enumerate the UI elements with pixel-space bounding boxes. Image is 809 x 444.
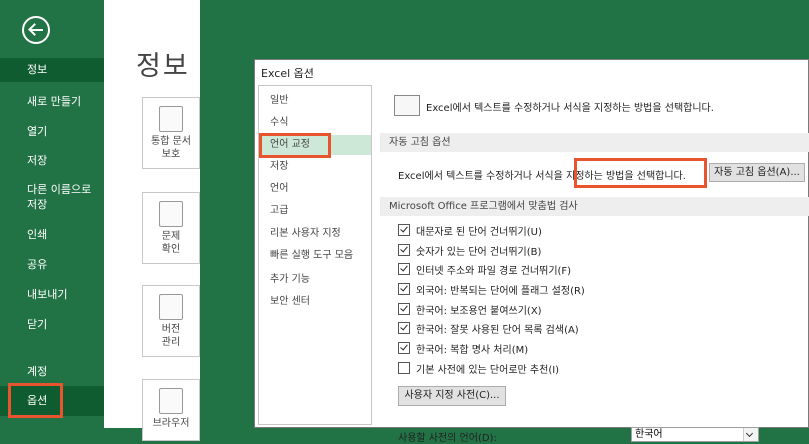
option-label: 한국어: 잘못 사용된 단어 목록 검색(A) — [416, 325, 579, 336]
option-label: 숫자가 있는 단어 건너뛰기(B) — [416, 247, 542, 258]
option-label: 인터넷 주소와 파일 경로 건너뛰기(F) — [416, 266, 572, 277]
dictionary-language-label: 사용할 사전의 언어(D): — [398, 433, 497, 444]
browser-view-tile[interactable]: 브라우저 — [142, 379, 200, 441]
proofing-header-icon — [394, 95, 420, 116]
nav-share[interactable]: 공유 — [0, 257, 104, 272]
checkbox[interactable] — [398, 244, 410, 256]
proofing-content: Excel에서 텍스트를 수정하거나 서식을 지정하는 방법을 선택합니다. 자… — [380, 85, 809, 444]
category-customize-ribbon[interactable]: 리본 사용자 지정 — [259, 224, 371, 244]
nav-open[interactable]: 열기 — [0, 124, 104, 139]
chevron-down-icon[interactable] — [743, 428, 758, 441]
selected-language: 한국어 — [635, 429, 663, 440]
versions-icon — [159, 294, 183, 320]
checkbox[interactable] — [398, 224, 410, 236]
tile-label: 문제 확인 — [161, 231, 181, 255]
option-ignore-internet[interactable]: 인터넷 주소와 파일 경로 건너뛰기(F) — [398, 263, 571, 278]
nav-new[interactable]: 새로 만들기 — [0, 94, 104, 109]
category-advanced[interactable]: 고급 — [259, 201, 371, 221]
option-misused-words[interactable]: 한국어: 잘못 사용된 단어 목록 검색(A) — [398, 322, 579, 337]
option-flag-repeated[interactable]: 외국어: 반복되는 단어에 플래그 설정(R) — [398, 283, 585, 298]
option-label: 한국어: 보조용언 붙여쓰기(X) — [416, 306, 542, 317]
browser-icon — [159, 388, 183, 414]
inspect-icon — [159, 201, 183, 227]
protect-workbook-tile[interactable]: 통합 문서 보호 — [142, 97, 200, 169]
category-quick-access-toolbar[interactable]: 빠른 실행 도구 모음 — [259, 246, 371, 266]
checkbox[interactable] — [398, 322, 410, 334]
nav-close[interactable]: 닫기 — [0, 317, 104, 332]
option-main-dictionary-only[interactable]: 기본 사전에 있는 단어로만 추천(I) — [398, 362, 559, 377]
autocorrect-section-title: 자동 고침 옵션 — [380, 133, 809, 152]
checkbox[interactable] — [398, 303, 410, 315]
checkbox[interactable] — [398, 283, 410, 295]
page-title: 정보 — [136, 51, 190, 82]
checkbox[interactable] — [398, 362, 410, 374]
option-ignore-uppercase[interactable]: 대문자로 된 단어 건너뛰기(U) — [398, 224, 542, 239]
option-label: 한국어: 복합 명사 처리(M) — [416, 345, 529, 356]
autocorrect-options-button[interactable]: 자동 고침 옵션(A)... — [709, 163, 805, 182]
back-arrow-icon[interactable] — [22, 16, 50, 44]
nav-save-as[interactable]: 다른 이름으로 저장 — [0, 182, 104, 212]
option-compound-nouns[interactable]: 한국어: 복합 명사 처리(M) — [398, 342, 528, 357]
tile-label: 버전 관리 — [161, 324, 181, 348]
custom-dictionaries-button[interactable]: 사용자 지정 사전(C)... — [398, 386, 506, 406]
nav-info[interactable]: 정보 — [0, 58, 104, 82]
header-text: Excel에서 텍스트를 수정하거나 서식을 지정하는 방법을 선택합니다. — [426, 103, 714, 114]
option-auxiliary-verb[interactable]: 한국어: 보조용언 붙여쓰기(X) — [398, 303, 542, 318]
lock-icon — [159, 106, 183, 132]
option-label: 외국어: 반복되는 단어에 플래그 설정(R) — [416, 286, 585, 297]
category-list: 일반 수식 언어 교정 저장 언어 고급 리본 사용자 지정 빠른 실행 도구 … — [258, 85, 372, 425]
category-add-ins[interactable]: 추가 기능 — [259, 270, 371, 290]
autocorrect-highlight-box — [574, 158, 707, 188]
category-general[interactable]: 일반 — [259, 91, 371, 111]
manage-versions-tile[interactable]: 버전 관리 — [142, 285, 200, 357]
checkbox[interactable] — [398, 263, 410, 275]
nav-account[interactable]: 계정 — [0, 364, 104, 379]
option-label: 기본 사전에 있는 단어로만 추천(I) — [416, 365, 560, 376]
category-language[interactable]: 언어 — [259, 179, 371, 199]
options-highlight-box — [8, 383, 63, 418]
tile-label: 브라우저 — [152, 418, 190, 429]
category-save[interactable]: 저장 — [259, 157, 371, 177]
checkbox[interactable] — [398, 342, 410, 354]
tile-label: 통합 문서 보호 — [151, 136, 191, 160]
dialog-title: Excel 옵션 — [261, 67, 314, 80]
check-issues-tile[interactable]: 문제 확인 — [142, 192, 200, 264]
option-label: 대문자로 된 단어 건너뛰기(U) — [416, 227, 542, 238]
info-panel: 정보 통합 문서 보호 문제 확인 버전 관리 브라우저 — [104, 0, 200, 441]
backstage-nav: 정보 새로 만들기 열기 저장 다른 이름으로 저장 인쇄 공유 내보내기 닫기… — [0, 0, 104, 428]
excel-options-dialog: Excel 옵션 일반 수식 언어 교정 저장 언어 고급 리본 사용자 지정 … — [254, 59, 809, 444]
category-trust-center[interactable]: 보안 센터 — [259, 292, 371, 312]
dictionary-language-select[interactable]: 한국어 — [631, 427, 759, 442]
category-formulas[interactable]: 수식 — [259, 113, 371, 133]
proofing-highlight-box — [259, 133, 331, 158]
option-ignore-numbers[interactable]: 숫자가 있는 단어 건너뛰기(B) — [398, 244, 541, 259]
spelling-section-title: Microsoft Office 프로그램에서 맞춤법 검사 — [380, 197, 809, 216]
nav-export[interactable]: 내보내기 — [0, 287, 104, 302]
nav-save[interactable]: 저장 — [0, 153, 104, 168]
nav-print[interactable]: 인쇄 — [0, 227, 104, 242]
